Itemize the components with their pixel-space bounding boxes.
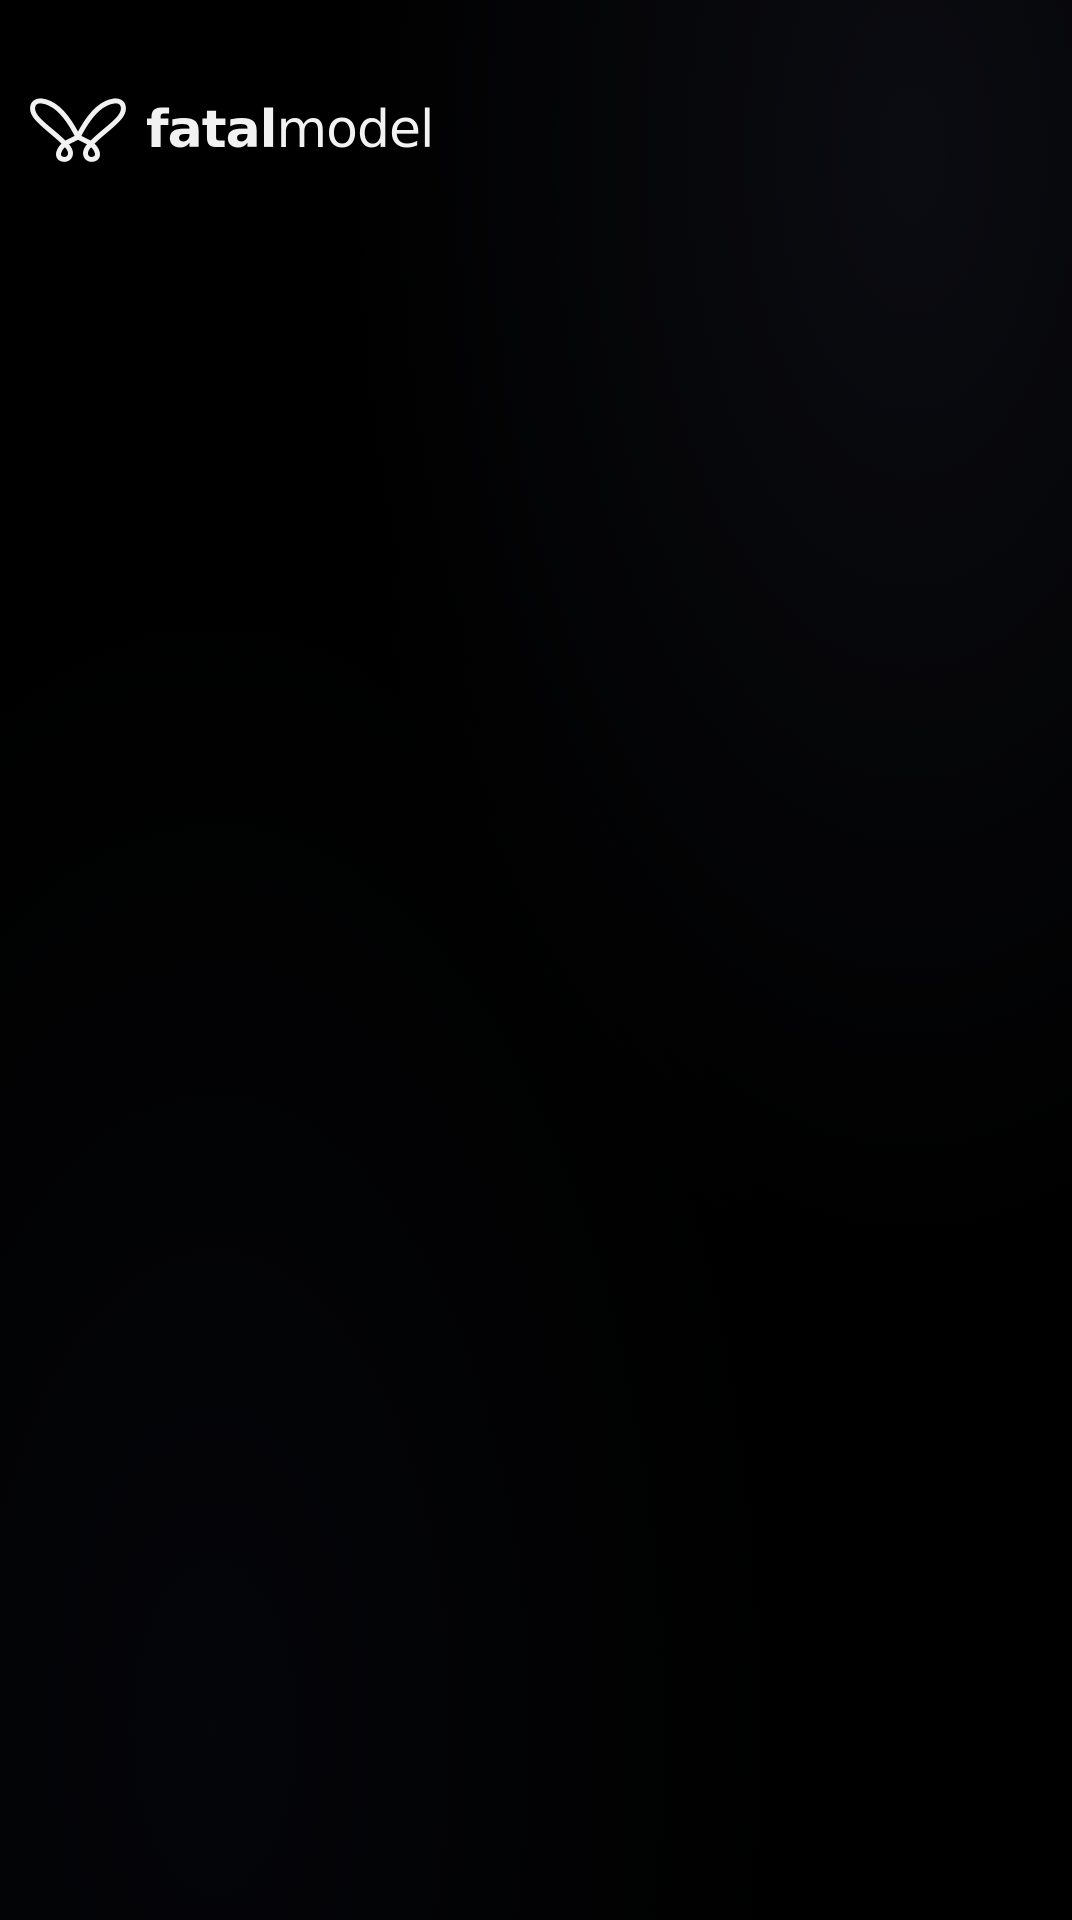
brand-wordmark: fatalmodel [146,104,434,156]
brand-name-light: model [276,100,434,160]
app-logo: fatalmodel [28,94,434,166]
splash-screen: fatalmodel [0,0,1072,1920]
brand-name-bold: fatal [146,100,277,160]
butterfly-icon [30,98,126,162]
